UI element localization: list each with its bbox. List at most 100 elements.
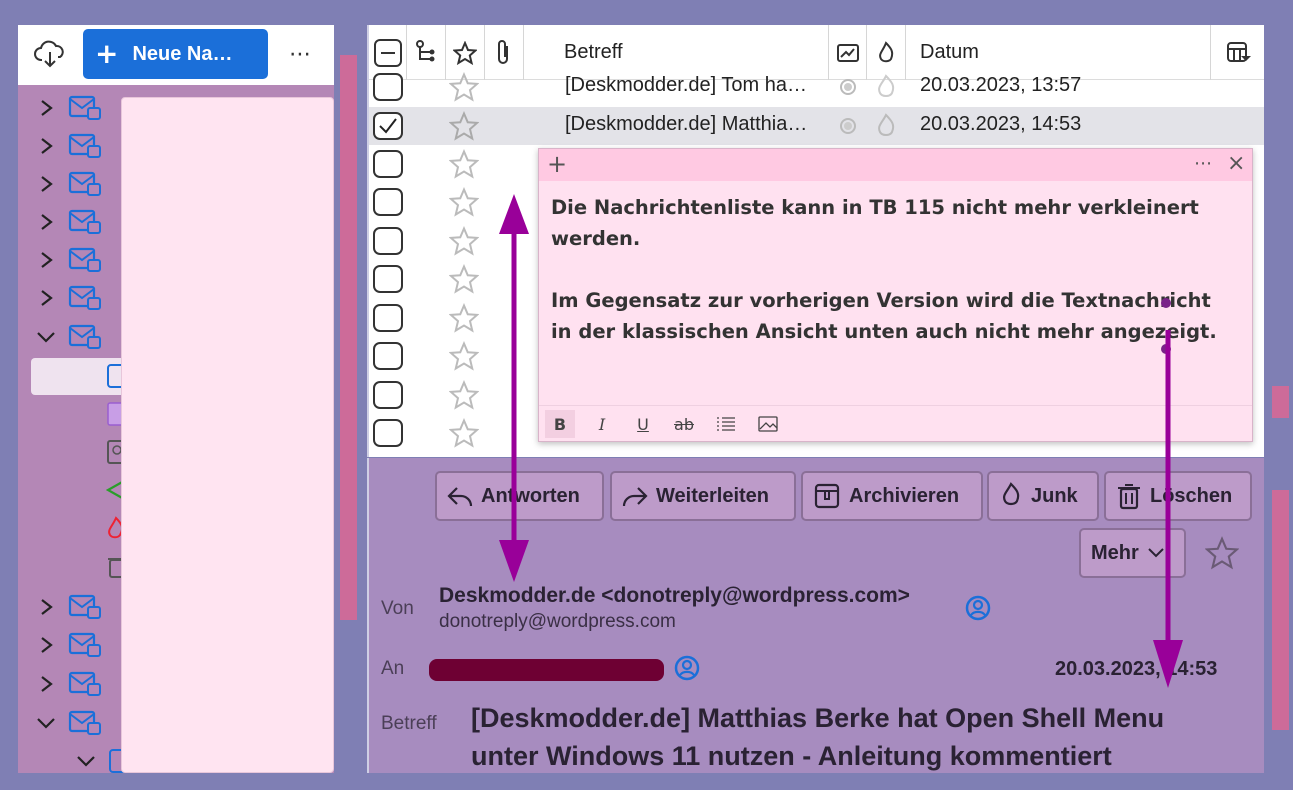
date-column-label: Datum [920, 41, 979, 63]
blank-overlay-panel [121, 97, 334, 773]
star-icon[interactable] [449, 187, 479, 217]
note-title-bar[interactable]: + ⋯ × [539, 149, 1252, 181]
account-icon [68, 247, 101, 272]
folder-row-expanded[interactable] [18, 704, 123, 742]
row-checkbox[interactable] [373, 227, 403, 255]
strikethrough-button[interactable]: ab [669, 410, 699, 438]
bullet-list-button[interactable] [711, 410, 741, 438]
correspondent-icon [836, 43, 859, 62]
junk-button[interactable]: Junk [987, 471, 1099, 521]
chevron-right-icon [41, 599, 53, 615]
thread-icon [416, 39, 435, 61]
chevron-down-icon [37, 718, 55, 729]
cloud-download-icon [34, 40, 64, 68]
row-checkbox[interactable] [373, 381, 403, 409]
folder-row-expanded[interactable] [18, 318, 123, 356]
chevron-right-icon [41, 676, 53, 692]
contact-icon[interactable] [673, 654, 701, 682]
junk-flame-icon[interactable] [873, 73, 899, 101]
new-message-button[interactable]: + Neue Na… [83, 29, 268, 79]
contact-icon[interactable] [964, 594, 992, 622]
folder-row[interactable] [18, 588, 123, 626]
message-preview-pane: Antworten Weiterleiten Archivieren Junk … [367, 458, 1264, 773]
note-body[interactable]: Die Nachrichtenliste kann in TB 115 nich… [551, 192, 1231, 347]
forward-button[interactable]: Weiterleiten [610, 471, 796, 521]
folder-row[interactable] [18, 127, 123, 165]
pane-splitter[interactable] [1272, 386, 1289, 418]
row-checkbox[interactable] [373, 419, 403, 447]
message-subject: [Deskmodder.de] Matthia… [565, 113, 808, 135]
insert-image-button[interactable] [753, 410, 783, 438]
read-status-dot[interactable] [840, 79, 856, 95]
more-menu-button[interactable]: ⋯ [283, 37, 317, 71]
list-icon [717, 417, 735, 431]
row-checkbox[interactable] [373, 304, 403, 332]
to-label: An [381, 658, 405, 679]
read-status-dot[interactable] [840, 118, 856, 134]
reply-arrow-icon [447, 487, 473, 507]
chevron-right-icon [41, 252, 53, 268]
folder-row[interactable] [18, 89, 123, 127]
row-checkbox[interactable] [373, 265, 403, 293]
star-icon[interactable] [449, 149, 479, 179]
chevron-down-icon [1148, 548, 1164, 558]
message-date: 20.03.2023, 14:53 [920, 113, 1082, 135]
star-icon[interactable] [1205, 536, 1239, 570]
row-checkbox[interactable] [373, 112, 403, 140]
sticky-note[interactable]: + ⋯ × Die Nachrichtenliste kann in TB 11… [538, 148, 1253, 442]
get-messages-button[interactable] [30, 37, 70, 73]
folder-row[interactable] [18, 665, 123, 703]
archive-label: Archivieren [849, 484, 960, 507]
star-icon[interactable] [449, 303, 479, 333]
pane-splitter[interactable] [340, 55, 357, 620]
bold-button[interactable]: B [545, 410, 575, 438]
note-menu-button[interactable]: ⋯ [1194, 151, 1212, 177]
star-icon[interactable] [449, 341, 479, 371]
row-checkbox[interactable] [373, 150, 403, 178]
redacted-recipient [429, 659, 664, 681]
row-checkbox[interactable] [373, 73, 403, 101]
folder-row[interactable] [18, 241, 123, 279]
message-row[interactable]: [Deskmodder.de] Tom ha… 20.03.2023, 13:5… [369, 68, 1264, 106]
star-icon[interactable] [449, 226, 479, 256]
underline-button[interactable]: U [628, 410, 658, 438]
account-icon [68, 324, 101, 349]
trash-icon [1118, 484, 1140, 510]
delete-button[interactable]: Löschen [1104, 471, 1252, 521]
chevron-right-icon [41, 637, 53, 653]
folder-row[interactable] [18, 203, 123, 241]
account-icon [68, 285, 101, 310]
star-icon[interactable] [449, 418, 479, 448]
more-button[interactable]: Mehr [1079, 528, 1186, 578]
chevron-down-icon [77, 756, 95, 767]
new-message-label: Neue Na… [132, 42, 233, 65]
from-email: donotreply@wordpress.com [439, 611, 676, 632]
more-label: Mehr [1091, 541, 1139, 564]
italic-button[interactable]: I [587, 410, 617, 438]
star-icon[interactable] [449, 380, 479, 410]
subject-column-label: Betreff [564, 41, 623, 63]
paperclip-icon [498, 39, 508, 64]
archive-button[interactable]: Archivieren [801, 471, 983, 521]
chevron-down-icon [37, 332, 55, 343]
reply-button[interactable]: Antworten [435, 471, 604, 521]
folder-row[interactable] [18, 626, 123, 664]
subject-label: Betreff [381, 713, 437, 734]
junk-flame-icon[interactable] [873, 112, 899, 140]
note-format-toolbar: B I U ab [539, 405, 1252, 441]
add-note-button[interactable]: + [547, 149, 567, 179]
row-checkbox[interactable] [373, 342, 403, 370]
star-icon[interactable] [449, 111, 479, 141]
note-paragraph: Im Gegensatz zur vorherigen Version wird… [551, 289, 1217, 343]
close-note-button[interactable]: × [1227, 149, 1245, 179]
message-row-selected[interactable]: [Deskmodder.de] Matthia… 20.03.2023, 14:… [369, 107, 1264, 145]
delete-label: Löschen [1150, 484, 1233, 507]
pane-splitter[interactable] [1272, 490, 1289, 730]
folder-row[interactable] [18, 165, 123, 203]
select-all-checkbox[interactable] [373, 38, 402, 67]
from-name[interactable]: Deskmodder.de <donotreply@wordpress.com> [439, 584, 910, 608]
row-checkbox[interactable] [373, 188, 403, 216]
star-icon[interactable] [449, 264, 479, 294]
folder-row[interactable] [18, 279, 123, 317]
star-icon[interactable] [449, 72, 479, 102]
